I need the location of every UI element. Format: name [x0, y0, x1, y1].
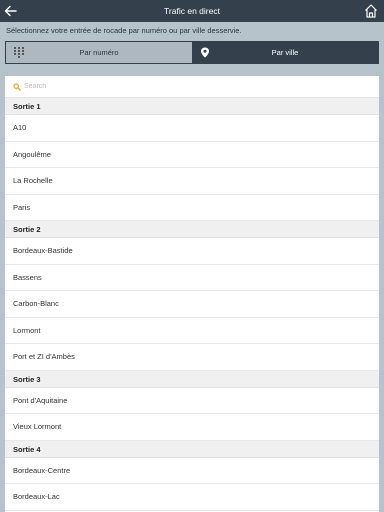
tab-by-number[interactable]: Par numéro	[6, 42, 192, 63]
list-item[interactable]: Carbon-Blanc	[5, 291, 379, 318]
search-input[interactable]	[24, 83, 324, 90]
section-header: Sortie 4	[5, 440, 379, 458]
page-title: Trafic en direct	[164, 6, 220, 16]
search-bar	[5, 76, 379, 98]
instruction-text: Sélectionnez votre entrée de rocade par …	[6, 26, 242, 35]
tab-by-city-label: Par ville	[271, 48, 299, 57]
search-icon	[13, 82, 21, 91]
tab-by-number-label: Par numéro	[79, 48, 119, 57]
section-header: Sortie 1	[5, 98, 379, 115]
top-bar: Trafic en direct	[0, 0, 384, 22]
section-header: Sortie 3	[5, 370, 379, 388]
list-item[interactable]: Bordeaux-Bastide	[5, 238, 379, 265]
section-header: Sortie 2	[5, 221, 379, 238]
home-button[interactable]	[364, 3, 378, 19]
number-grid-icon	[14, 47, 24, 58]
list-item[interactable]: Bassens	[5, 265, 379, 291]
list-item[interactable]: Bordeaux-Lac	[5, 484, 379, 511]
list-item[interactable]: A10	[5, 115, 379, 142]
location-pin-icon	[201, 47, 209, 58]
list-item[interactable]: La Rochelle	[5, 168, 379, 195]
home-icon	[365, 4, 377, 18]
list-item[interactable]: Paris	[5, 195, 379, 221]
list-item[interactable]: Pont d'Aquitaine	[5, 388, 379, 414]
list-item[interactable]: Vieux Lormont	[5, 414, 379, 441]
list-item[interactable]: Port et ZI d'Ambès	[5, 344, 379, 371]
list-item[interactable]: Lormont	[5, 318, 379, 344]
tab-by-city[interactable]: Par ville	[192, 42, 378, 63]
list-item[interactable]: Angoulême	[5, 142, 379, 168]
list-item[interactable]: Bordeaux-Centre	[5, 458, 379, 484]
mode-segmented-control: Par numéro Par ville	[5, 41, 379, 64]
city-list: Sortie 1 A10 Angoulême La Rochelle Paris…	[5, 76, 379, 512]
